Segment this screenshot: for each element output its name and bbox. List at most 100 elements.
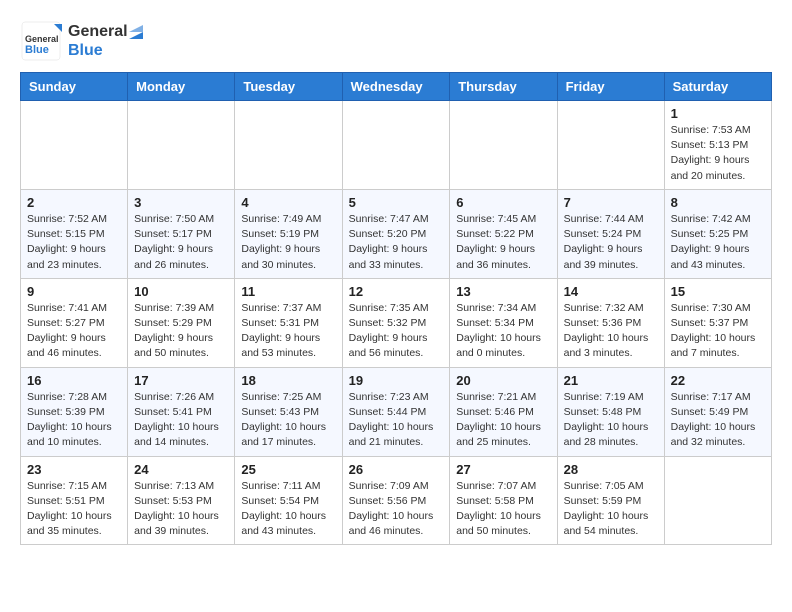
day-number: 12 <box>349 284 444 299</box>
svg-text:Blue: Blue <box>25 44 49 56</box>
calendar-week-3: 9 Sunrise: 7:41 AM Sunset: 5:27 PM Daylig… <box>21 278 772 367</box>
day-number: 2 <box>27 195 121 210</box>
day-number: 10 <box>134 284 228 299</box>
day-number: 17 <box>134 373 228 388</box>
calendar-day: 5 Sunrise: 7:47 AM Sunset: 5:20 PM Daylig… <box>342 189 450 278</box>
weekday-header-saturday: Saturday <box>664 73 771 101</box>
day-info: Sunrise: 7:09 AM Sunset: 5:56 PM Dayligh… <box>349 479 444 540</box>
day-number: 25 <box>241 462 335 477</box>
day-info: Sunrise: 7:28 AM Sunset: 5:39 PM Dayligh… <box>27 390 121 451</box>
day-info: Sunrise: 7:13 AM Sunset: 5:53 PM Dayligh… <box>134 479 228 540</box>
calendar-week-4: 16 Sunrise: 7:28 AM Sunset: 5:39 PM Dayli… <box>21 367 772 456</box>
page-header: General Blue General Blue <box>20 20 772 62</box>
day-info: Sunrise: 7:45 AM Sunset: 5:22 PM Dayligh… <box>456 212 550 273</box>
day-info: Sunrise: 7:32 AM Sunset: 5:36 PM Dayligh… <box>564 301 658 362</box>
day-info: Sunrise: 7:47 AM Sunset: 5:20 PM Dayligh… <box>349 212 444 273</box>
calendar-day <box>342 101 450 190</box>
calendar-day <box>21 101 128 190</box>
weekday-header-friday: Friday <box>557 73 664 101</box>
day-number: 5 <box>349 195 444 210</box>
calendar-day: 22 Sunrise: 7:17 AM Sunset: 5:49 PM Dayli… <box>664 367 771 456</box>
calendar-week-2: 2Sunrise: 7:52 AM Sunset: 5:15 PM Daylig… <box>21 189 772 278</box>
calendar-day: 9 Sunrise: 7:41 AM Sunset: 5:27 PM Daylig… <box>21 278 128 367</box>
day-info: Sunrise: 7:25 AM Sunset: 5:43 PM Dayligh… <box>241 390 335 451</box>
calendar-day: 19 Sunrise: 7:23 AM Sunset: 5:44 PM Dayli… <box>342 367 450 456</box>
calendar-day: 18 Sunrise: 7:25 AM Sunset: 5:43 PM Dayli… <box>235 367 342 456</box>
day-number: 11 <box>241 284 335 299</box>
weekday-header-wednesday: Wednesday <box>342 73 450 101</box>
day-number: 23 <box>27 462 121 477</box>
day-info: Sunrise: 7:41 AM Sunset: 5:27 PM Dayligh… <box>27 301 121 362</box>
day-info: Sunrise: 7:53 AM Sunset: 5:13 PM Dayligh… <box>671 123 765 184</box>
weekday-header-monday: Monday <box>128 73 235 101</box>
calendar-day: 20Sunrise: 7:21 AM Sunset: 5:46 PM Dayli… <box>450 367 557 456</box>
logo-general-text: General <box>68 23 128 40</box>
day-number: 4 <box>241 195 335 210</box>
calendar-day: 14 Sunrise: 7:32 AM Sunset: 5:36 PM Dayli… <box>557 278 664 367</box>
calendar-day: 10Sunrise: 7:39 AM Sunset: 5:29 PM Dayli… <box>128 278 235 367</box>
calendar-table: SundayMondayTuesdayWednesdayThursdayFrid… <box>20 72 772 545</box>
day-number: 19 <box>349 373 444 388</box>
day-number: 21 <box>564 373 658 388</box>
day-info: Sunrise: 7:15 AM Sunset: 5:51 PM Dayligh… <box>27 479 121 540</box>
calendar-day: 4 Sunrise: 7:49 AM Sunset: 5:19 PM Daylig… <box>235 189 342 278</box>
day-number: 26 <box>349 462 444 477</box>
calendar-day <box>557 101 664 190</box>
calendar-day: 13 Sunrise: 7:34 AM Sunset: 5:34 PM Dayli… <box>450 278 557 367</box>
day-info: Sunrise: 7:05 AM Sunset: 5:59 PM Dayligh… <box>564 479 658 540</box>
calendar-day <box>128 101 235 190</box>
calendar-day <box>235 101 342 190</box>
day-info: Sunrise: 7:49 AM Sunset: 5:19 PM Dayligh… <box>241 212 335 273</box>
day-number: 14 <box>564 284 658 299</box>
day-number: 8 <box>671 195 765 210</box>
weekday-header-sunday: Sunday <box>21 73 128 101</box>
day-number: 1 <box>671 106 765 121</box>
day-number: 22 <box>671 373 765 388</box>
day-number: 18 <box>241 373 335 388</box>
calendar-day: 12 Sunrise: 7:35 AM Sunset: 5:32 PM Dayli… <box>342 278 450 367</box>
calendar-day: 21 Sunrise: 7:19 AM Sunset: 5:48 PM Dayli… <box>557 367 664 456</box>
day-number: 13 <box>456 284 550 299</box>
calendar-day: 6Sunrise: 7:45 AM Sunset: 5:22 PM Daylig… <box>450 189 557 278</box>
calendar-day: 17Sunrise: 7:26 AM Sunset: 5:41 PM Dayli… <box>128 367 235 456</box>
weekday-header-tuesday: Tuesday <box>235 73 342 101</box>
day-number: 24 <box>134 462 228 477</box>
calendar-day: 25 Sunrise: 7:11 AM Sunset: 5:54 PM Dayli… <box>235 456 342 545</box>
calendar-week-5: 23 Sunrise: 7:15 AM Sunset: 5:51 PM Dayli… <box>21 456 772 545</box>
logo-blue-text: Blue <box>68 42 103 59</box>
day-number: 9 <box>27 284 121 299</box>
day-number: 3 <box>134 195 228 210</box>
calendar-day: 3 Sunrise: 7:50 AM Sunset: 5:17 PM Daylig… <box>128 189 235 278</box>
day-info: Sunrise: 7:23 AM Sunset: 5:44 PM Dayligh… <box>349 390 444 451</box>
day-info: Sunrise: 7:50 AM Sunset: 5:17 PM Dayligh… <box>134 212 228 273</box>
day-info: Sunrise: 7:44 AM Sunset: 5:24 PM Dayligh… <box>564 212 658 273</box>
weekday-header-thursday: Thursday <box>450 73 557 101</box>
day-info: Sunrise: 7:35 AM Sunset: 5:32 PM Dayligh… <box>349 301 444 362</box>
logo-icon: General Blue <box>20 20 62 62</box>
day-info: Sunrise: 7:19 AM Sunset: 5:48 PM Dayligh… <box>564 390 658 451</box>
logo-arrow-icon <box>129 25 143 39</box>
day-number: 20 <box>456 373 550 388</box>
calendar-day: 2Sunrise: 7:52 AM Sunset: 5:15 PM Daylig… <box>21 189 128 278</box>
day-number: 16 <box>27 373 121 388</box>
day-info: Sunrise: 7:11 AM Sunset: 5:54 PM Dayligh… <box>241 479 335 540</box>
calendar-day: 8 Sunrise: 7:42 AM Sunset: 5:25 PM Daylig… <box>664 189 771 278</box>
calendar-day: 7Sunrise: 7:44 AM Sunset: 5:24 PM Daylig… <box>557 189 664 278</box>
calendar-day: 27Sunrise: 7:07 AM Sunset: 5:58 PM Dayli… <box>450 456 557 545</box>
day-info: Sunrise: 7:42 AM Sunset: 5:25 PM Dayligh… <box>671 212 765 273</box>
calendar-day: 28 Sunrise: 7:05 AM Sunset: 5:59 PM Dayli… <box>557 456 664 545</box>
calendar-day: 15Sunrise: 7:30 AM Sunset: 5:37 PM Dayli… <box>664 278 771 367</box>
calendar-day: 1 Sunrise: 7:53 AM Sunset: 5:13 PM Daylig… <box>664 101 771 190</box>
calendar-day: 24 Sunrise: 7:13 AM Sunset: 5:53 PM Dayli… <box>128 456 235 545</box>
calendar-day: 16 Sunrise: 7:28 AM Sunset: 5:39 PM Dayli… <box>21 367 128 456</box>
calendar-day: 11 Sunrise: 7:37 AM Sunset: 5:31 PM Dayli… <box>235 278 342 367</box>
weekday-header-row: SundayMondayTuesdayWednesdayThursdayFrid… <box>21 73 772 101</box>
calendar-week-1: 1 Sunrise: 7:53 AM Sunset: 5:13 PM Daylig… <box>21 101 772 190</box>
day-info: Sunrise: 7:37 AM Sunset: 5:31 PM Dayligh… <box>241 301 335 362</box>
day-number: 28 <box>564 462 658 477</box>
logo: General Blue General Blue <box>20 20 143 62</box>
day-info: Sunrise: 7:17 AM Sunset: 5:49 PM Dayligh… <box>671 390 765 451</box>
day-info: Sunrise: 7:30 AM Sunset: 5:37 PM Dayligh… <box>671 301 765 362</box>
svg-text:General: General <box>25 34 59 44</box>
day-info: Sunrise: 7:34 AM Sunset: 5:34 PM Dayligh… <box>456 301 550 362</box>
